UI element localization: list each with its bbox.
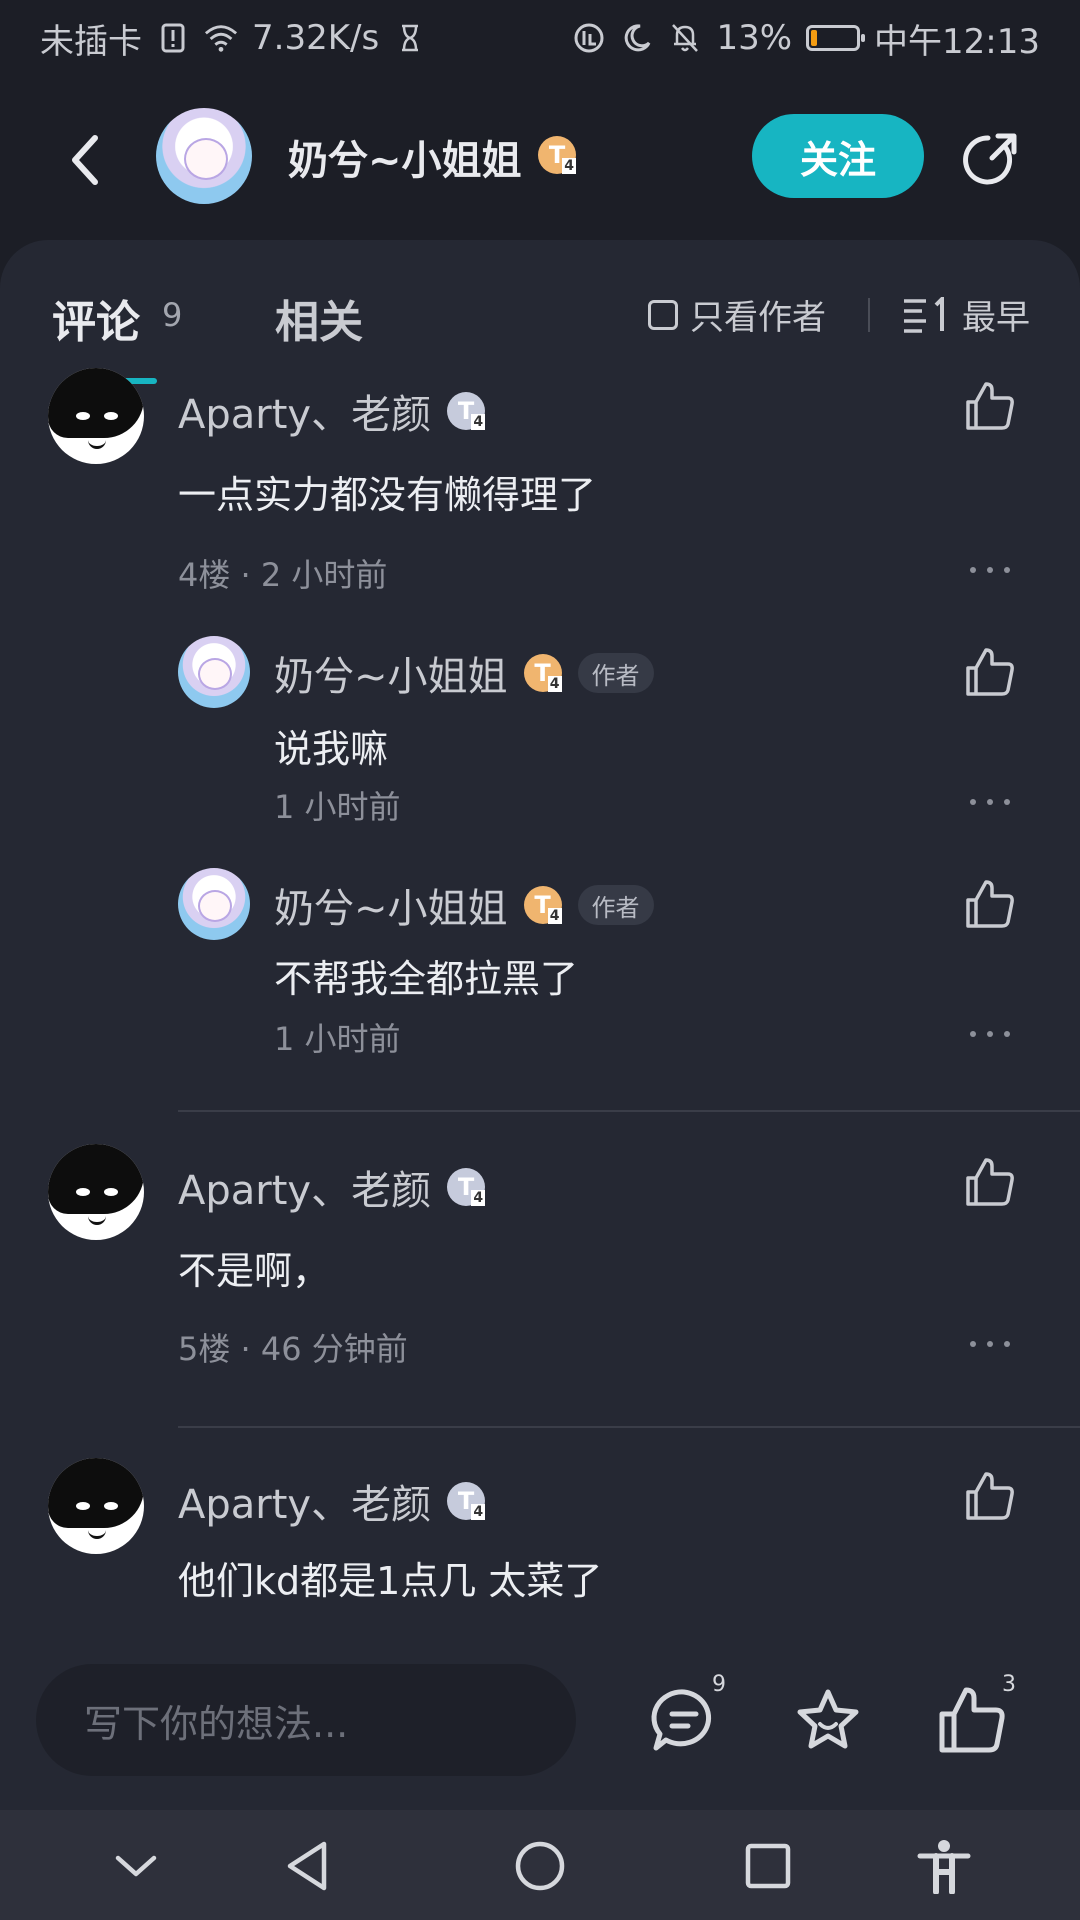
reply-meta: 1 小时前 — [274, 1020, 401, 1058]
author-only-label: 只看作者 — [690, 298, 826, 338]
author-only-toggle[interactable]: 只看作者 — [648, 290, 826, 339]
chevron-down-icon — [115, 1855, 157, 1877]
avatar[interactable] — [48, 1458, 144, 1554]
level-badge: T4 — [538, 136, 576, 174]
avatar[interactable] — [178, 636, 250, 708]
level-badge: T4 — [523, 654, 562, 692]
avatar[interactable] — [48, 368, 144, 464]
like-button[interactable] — [964, 646, 1016, 698]
post-header: 奶兮~小姐姐 T4 关注 — [0, 100, 1080, 220]
sort-icon — [904, 296, 944, 333]
share-icon — [963, 133, 1017, 185]
wifi-icon — [204, 21, 238, 55]
more-icon[interactable] — [970, 1028, 1010, 1040]
comment-author[interactable]: Aparty、老颜 T4 — [178, 1472, 486, 1530]
sort-toggle[interactable]: 最早 — [902, 290, 1030, 339]
avatar[interactable] — [48, 1144, 144, 1240]
comment-author[interactable]: Aparty、老颜 T4 — [178, 382, 486, 440]
comment-icon — [651, 1689, 712, 1751]
clock: 中午12:13 — [874, 21, 1040, 62]
comment-button[interactable] — [648, 1684, 720, 1756]
like-count-badge: 3 — [1002, 1672, 1016, 1697]
thumbs-up-icon — [966, 1158, 1014, 1206]
nav-back-button[interactable] — [280, 1838, 336, 1894]
comment-author[interactable]: Aparty、老颜 T4 — [178, 1158, 486, 1216]
reply-meta: 1 小时前 — [274, 788, 401, 826]
favorite-button[interactable] — [792, 1684, 864, 1756]
thumbs-up-icon — [966, 1472, 1014, 1520]
more-icon[interactable] — [970, 1338, 1010, 1350]
system-navigation-bar — [0, 1810, 1080, 1920]
comments-sheet: 评论 9 相关 只看作者 最早 Aparty、老颜 T4 一点实力都没有懒得理了… — [0, 240, 1080, 1670]
like-button[interactable] — [964, 1156, 1016, 1208]
mute-bell-icon — [668, 21, 702, 55]
like-button[interactable] — [964, 1470, 1016, 1522]
follow-button[interactable]: 关注 — [752, 114, 924, 198]
thumbs-up-icon — [966, 880, 1014, 928]
author-tag: 作者 — [577, 885, 654, 925]
hourglass-icon — [393, 21, 427, 55]
thumbs-up-icon — [966, 382, 1014, 430]
like-post-button[interactable] — [936, 1684, 1008, 1756]
moon-icon — [620, 21, 654, 55]
share-button[interactable] — [958, 128, 1022, 192]
battery-percent: 13% — [716, 18, 793, 58]
level-badge: T4 — [447, 1482, 486, 1520]
nav-home-button[interactable] — [512, 1838, 568, 1894]
more-icon[interactable] — [970, 796, 1010, 808]
bottom-action-bar: 写下你的想法... 9 3 — [0, 1640, 1080, 1810]
collapse-button[interactable] — [108, 1838, 164, 1894]
sim-alert-icon — [156, 21, 190, 55]
carrier-text: 未插卡 — [40, 21, 142, 62]
author-name[interactable]: 奶兮~小姐姐 — [288, 128, 522, 186]
avatar[interactable] — [178, 868, 250, 940]
divider — [178, 1426, 1080, 1428]
sort-label: 最早 — [962, 298, 1030, 338]
star-icon — [797, 1689, 859, 1749]
author-avatar[interactable] — [156, 108, 252, 204]
reply-author[interactable]: 奶兮~小姐姐 T4 作者 — [274, 876, 654, 934]
nav-recents-button[interactable] — [740, 1838, 796, 1894]
author-tag: 作者 — [577, 653, 654, 693]
data-saver-icon — [572, 21, 606, 55]
comment-input[interactable]: 写下你的想法... — [36, 1664, 576, 1776]
comment-text: 不是啊， — [178, 1249, 331, 1293]
reply-text: 不帮我全都拉黑了 — [274, 957, 579, 1001]
level-badge: T4 — [523, 886, 562, 924]
accessibility-icon — [917, 1840, 971, 1895]
tab-comments[interactable]: 评论 — [52, 286, 140, 350]
divider — [178, 1110, 1080, 1112]
more-icon[interactable] — [970, 564, 1010, 576]
reply-author[interactable]: 奶兮~小姐姐 T4 作者 — [274, 644, 654, 702]
battery-icon — [806, 25, 866, 51]
reply-text: 说我嘛 — [274, 727, 389, 771]
status-bar: 未插卡 7.32K/s 13% 中午12:13 — [0, 0, 1080, 76]
chevron-left-icon — [72, 135, 98, 185]
like-button[interactable] — [964, 878, 1016, 930]
battery-fill — [811, 30, 818, 46]
circle-home-icon — [515, 1841, 565, 1891]
like-button[interactable] — [964, 380, 1016, 432]
comment-count-label: 9 — [162, 296, 183, 334]
comment-text: 他们kd都是1点几 太菜了 — [178, 1559, 603, 1603]
level-badge: T4 — [447, 1168, 486, 1206]
thumbs-up-icon — [966, 648, 1014, 696]
tab-divider — [868, 298, 870, 332]
triangle-back-icon — [287, 1841, 327, 1891]
accessibility-button[interactable] — [916, 1838, 972, 1895]
comment-meta: 5楼 · 46 分钟前 — [178, 1330, 408, 1368]
back-button[interactable] — [55, 130, 115, 190]
thumbs-up-icon — [939, 1687, 1005, 1753]
square-recents-icon — [745, 1843, 791, 1889]
network-speed: 7.32K/s — [252, 18, 380, 58]
comment-count-badge: 9 — [712, 1672, 726, 1697]
tab-related[interactable]: 相关 — [275, 286, 363, 350]
tab-bar: 评论 9 相关 只看作者 最早 — [0, 240, 1080, 384]
checkbox-icon — [648, 299, 678, 330]
comment-text: 一点实力都没有懒得理了 — [178, 473, 597, 517]
level-badge: T4 — [447, 392, 486, 430]
comment-meta: 4楼 · 2 小时前 — [178, 556, 388, 594]
